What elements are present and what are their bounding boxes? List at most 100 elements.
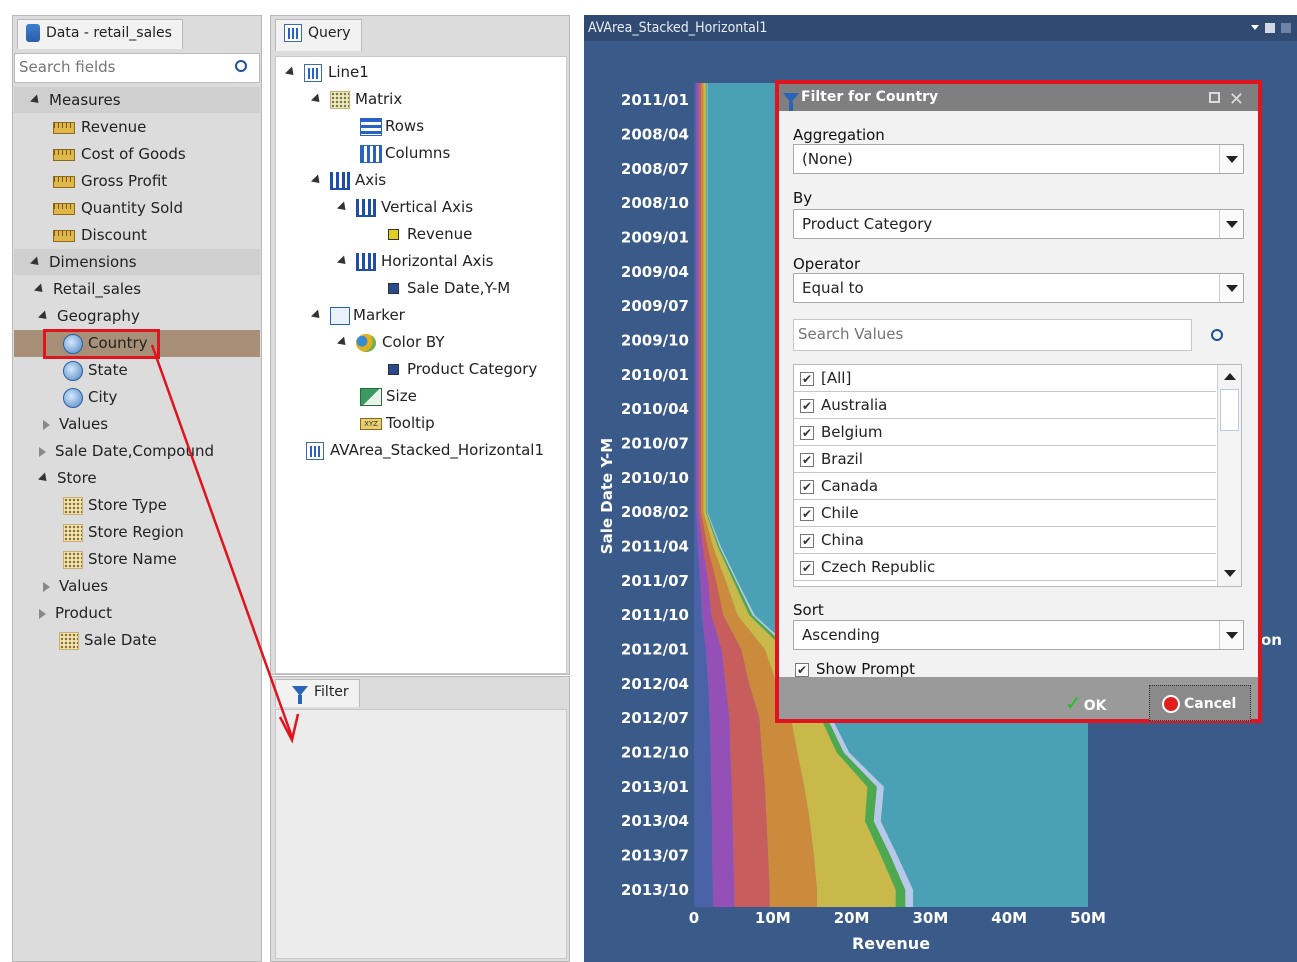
tree-state[interactable]: State [63,357,128,383]
search-icon[interactable] [1211,329,1223,341]
aggregation-select[interactable]: (None) [793,144,1244,174]
filter-panel-tab[interactable]: Filter [275,679,360,707]
checkbox[interactable]: ✔ [800,533,814,548]
field-search-input[interactable] [15,54,215,80]
chevron-down-icon[interactable] [1219,274,1243,302]
chart-window-titlebar[interactable]: AVArea_Stacked_Horizontal1 [584,15,1297,41]
query-tooltip[interactable]: XYZ Tooltip [360,410,435,436]
tree-measure-quantity-sold[interactable]: Quantity Sold [53,195,183,221]
list-item[interactable]: ✔ Belgium [794,419,1216,446]
tree-country[interactable]: Country [63,330,148,356]
query-rows[interactable]: Rows [360,113,424,139]
chevron-down-icon[interactable] [1219,621,1243,649]
tree-dimensions[interactable]: Dimensions [29,249,137,275]
marker-icon [330,306,350,325]
maximize-icon[interactable] [1265,23,1275,33]
values-list[interactable]: ✔ [All] ✔ Australia ✔ Belgium ✔ Brazil ✔ Cana… [793,364,1242,587]
chevron-down-icon[interactable] [1219,210,1243,238]
tree-retail-sales[interactable]: Retail_sales [33,276,141,302]
chevron-down-icon[interactable] [1219,145,1243,173]
y-tick-label: 2013/07 [621,847,689,865]
axis-icon [330,171,350,190]
query-panel-tab[interactable]: Query [275,19,362,51]
tree-store-name[interactable]: Store Name [63,546,177,572]
list-item[interactable]: ✔ China [794,527,1216,554]
ok-button[interactable]: ✓ OK [1065,685,1125,721]
scroll-thumb[interactable] [1220,389,1239,431]
checkbox[interactable]: ✔ [800,506,814,521]
list-item-partial[interactable]: ✔ [794,581,1216,586]
checkbox[interactable]: ✔ [800,371,814,386]
sort-select[interactable]: Ascending [793,620,1244,650]
query-vertical-axis[interactable]: Vertical Axis [336,194,473,220]
query-panel: Query Line1 Matrix Rows Columns Axis Ver… [270,15,570,675]
list-item[interactable]: ✔ Czech Republic [794,554,1216,581]
close-icon[interactable] [1281,23,1291,33]
filter-drop-area[interactable] [275,709,567,959]
tree-values-2[interactable]: Values [43,573,108,599]
checkbox[interactable]: ✔ [800,452,814,467]
list-item[interactable]: ✔ Brazil [794,446,1216,473]
tree-product[interactable]: Product [39,600,112,626]
dialog-close-icon[interactable]: ✕ [1229,86,1244,113]
list-item[interactable]: ✔ [All] [794,365,1216,392]
list-scrollbar[interactable] [1217,365,1241,586]
list-item[interactable]: ✔ Australia [794,392,1216,419]
list-item[interactable]: ✔ Chile [794,500,1216,527]
tree-store-region[interactable]: Store Region [63,519,184,545]
query-product-category[interactable]: Product Category [388,356,537,382]
data-panel-tab[interactable]: Data - retail_sales [17,19,183,49]
query-color-by[interactable]: Color BY [336,329,445,355]
tree-measures[interactable]: Measures [29,87,121,113]
tree-measure-discount[interactable]: Discount [53,222,147,248]
query-line1[interactable]: Line1 [284,59,369,85]
tree-sale-date[interactable]: Sale Date [59,627,157,653]
query-matrix[interactable]: Matrix [310,86,402,112]
y-tick-label: 2010/04 [621,400,689,418]
scroll-down-icon[interactable] [1224,570,1236,577]
query-revenue[interactable]: Revenue [388,221,472,247]
checkbox[interactable]: ✔ [800,398,814,413]
search-icon[interactable] [235,60,247,72]
query-columns[interactable]: Columns [360,140,450,166]
tree-geography[interactable]: Geography [37,303,140,329]
dimension-square-icon [388,283,399,294]
tree-sale-date-compound[interactable]: Sale Date,Compound [39,438,214,464]
y-tick-label: 2011/04 [621,538,689,556]
globe-icon [63,360,83,381]
query-sale-date-ym[interactable]: Sale Date,Y-M [388,275,510,301]
query-horizontal-axis[interactable]: Horizontal Axis [336,248,493,274]
cancel-button[interactable]: Cancel [1149,685,1251,721]
tree-measure-revenue[interactable]: Revenue [53,114,146,140]
field-search[interactable] [14,53,260,83]
checkbox[interactable]: ✔ [800,560,814,575]
tree-measure-cost-of-goods[interactable]: Cost of Goods [53,141,186,167]
tree-store-type[interactable]: Store Type [63,492,167,518]
window-menu-icon[interactable] [1251,25,1259,30]
query-size[interactable]: Size [360,383,417,409]
y-tick-label: 2008/10 [621,194,689,212]
checkbox[interactable]: ✔ [800,479,814,494]
y-tick-label: 2010/10 [621,469,689,487]
checkbox[interactable]: ✔ [800,425,814,440]
query-marker[interactable]: Marker [310,302,405,328]
operator-select[interactable]: Equal to [793,273,1244,303]
tree-city[interactable]: City [63,384,117,410]
values-search[interactable] [793,319,1192,351]
query-chart-name[interactable]: AVArea_Stacked_Horizontal1 [306,437,544,463]
y-tick-label: 2008/07 [621,160,689,178]
list-item[interactable]: ✔ Canada [794,473,1216,500]
values-search-input[interactable] [794,320,1174,348]
dialog-maximize-icon[interactable] [1209,92,1220,103]
tree-measure-gross-profit[interactable]: Gross Profit [53,168,167,194]
dimension-icon [59,631,79,650]
query-axis[interactable]: Axis [310,167,386,193]
by-select[interactable]: Product Category [793,209,1244,239]
filter-dialog-titlebar[interactable]: Filter for Country ✕ [779,84,1258,111]
show-prompt-checkbox[interactable]: ✔ [795,662,809,677]
data-panel: Data - retail_sales Measures Revenue Cos… [12,15,262,962]
tree-store[interactable]: Store [37,465,97,491]
scroll-up-icon[interactable] [1224,373,1236,380]
tree-values-1[interactable]: Values [43,411,108,437]
y-tick-label: 2013/04 [621,812,689,830]
